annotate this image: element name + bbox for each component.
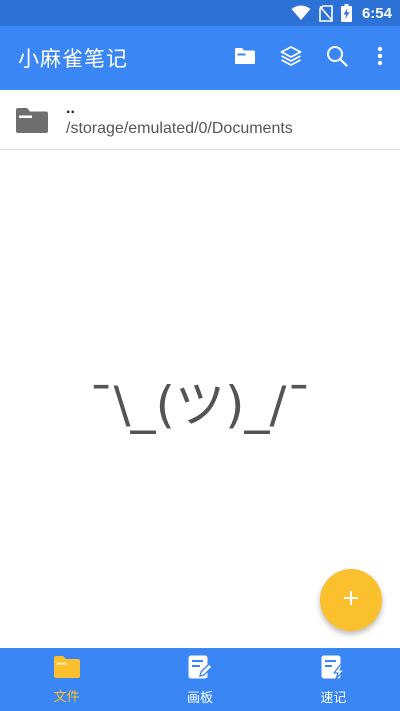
empty-state-text: ¯\_(ツ)_/¯	[88, 376, 312, 434]
no-sim-icon	[319, 4, 333, 22]
app-bar: 小麻雀笔记	[0, 26, 400, 90]
add-button[interactable]	[320, 569, 382, 631]
more-options-button[interactable]	[360, 26, 400, 90]
status-time: 6:54	[361, 4, 392, 22]
nav-label-drawing-board: 画板	[186, 690, 213, 706]
battery-charging-icon	[340, 4, 352, 22]
layers-icon	[280, 45, 302, 71]
nav-item-drawing-board[interactable]: 画板	[133, 648, 266, 711]
more-vert-icon	[377, 46, 383, 70]
screen: 6:54 小麻雀笔记 .. /storage/emulated/0/Docume…	[0, 0, 400, 711]
nav-label-files: 文件	[53, 689, 80, 705]
search-icon	[326, 45, 348, 71]
folder-icon	[53, 655, 81, 683]
path-texts: .. /storage/emulated/0/Documents	[66, 99, 293, 139]
plus-icon	[343, 590, 359, 610]
folder-button[interactable]	[222, 26, 268, 90]
quick-note-icon	[320, 654, 346, 684]
app-title: 小麻雀笔记	[18, 47, 128, 71]
bottom-nav: 文件 画板 速记	[0, 648, 400, 711]
status-bar: 6:54	[0, 0, 400, 26]
nav-label-quick-note: 速记	[320, 690, 347, 706]
drawing-board-icon	[187, 654, 213, 684]
folder-icon	[16, 107, 50, 133]
parent-directory-label: ..	[66, 99, 75, 117]
search-button[interactable]	[314, 26, 360, 90]
app-bar-actions	[222, 26, 400, 90]
layers-button[interactable]	[268, 26, 314, 90]
wifi-icon	[291, 5, 311, 21]
nav-item-quick-note[interactable]: 速记	[267, 648, 400, 711]
current-path: /storage/emulated/0/Documents	[66, 119, 293, 137]
folder-icon	[234, 47, 256, 69]
nav-item-files[interactable]: 文件	[0, 648, 133, 711]
parent-directory-row[interactable]: .. /storage/emulated/0/Documents	[0, 90, 400, 150]
